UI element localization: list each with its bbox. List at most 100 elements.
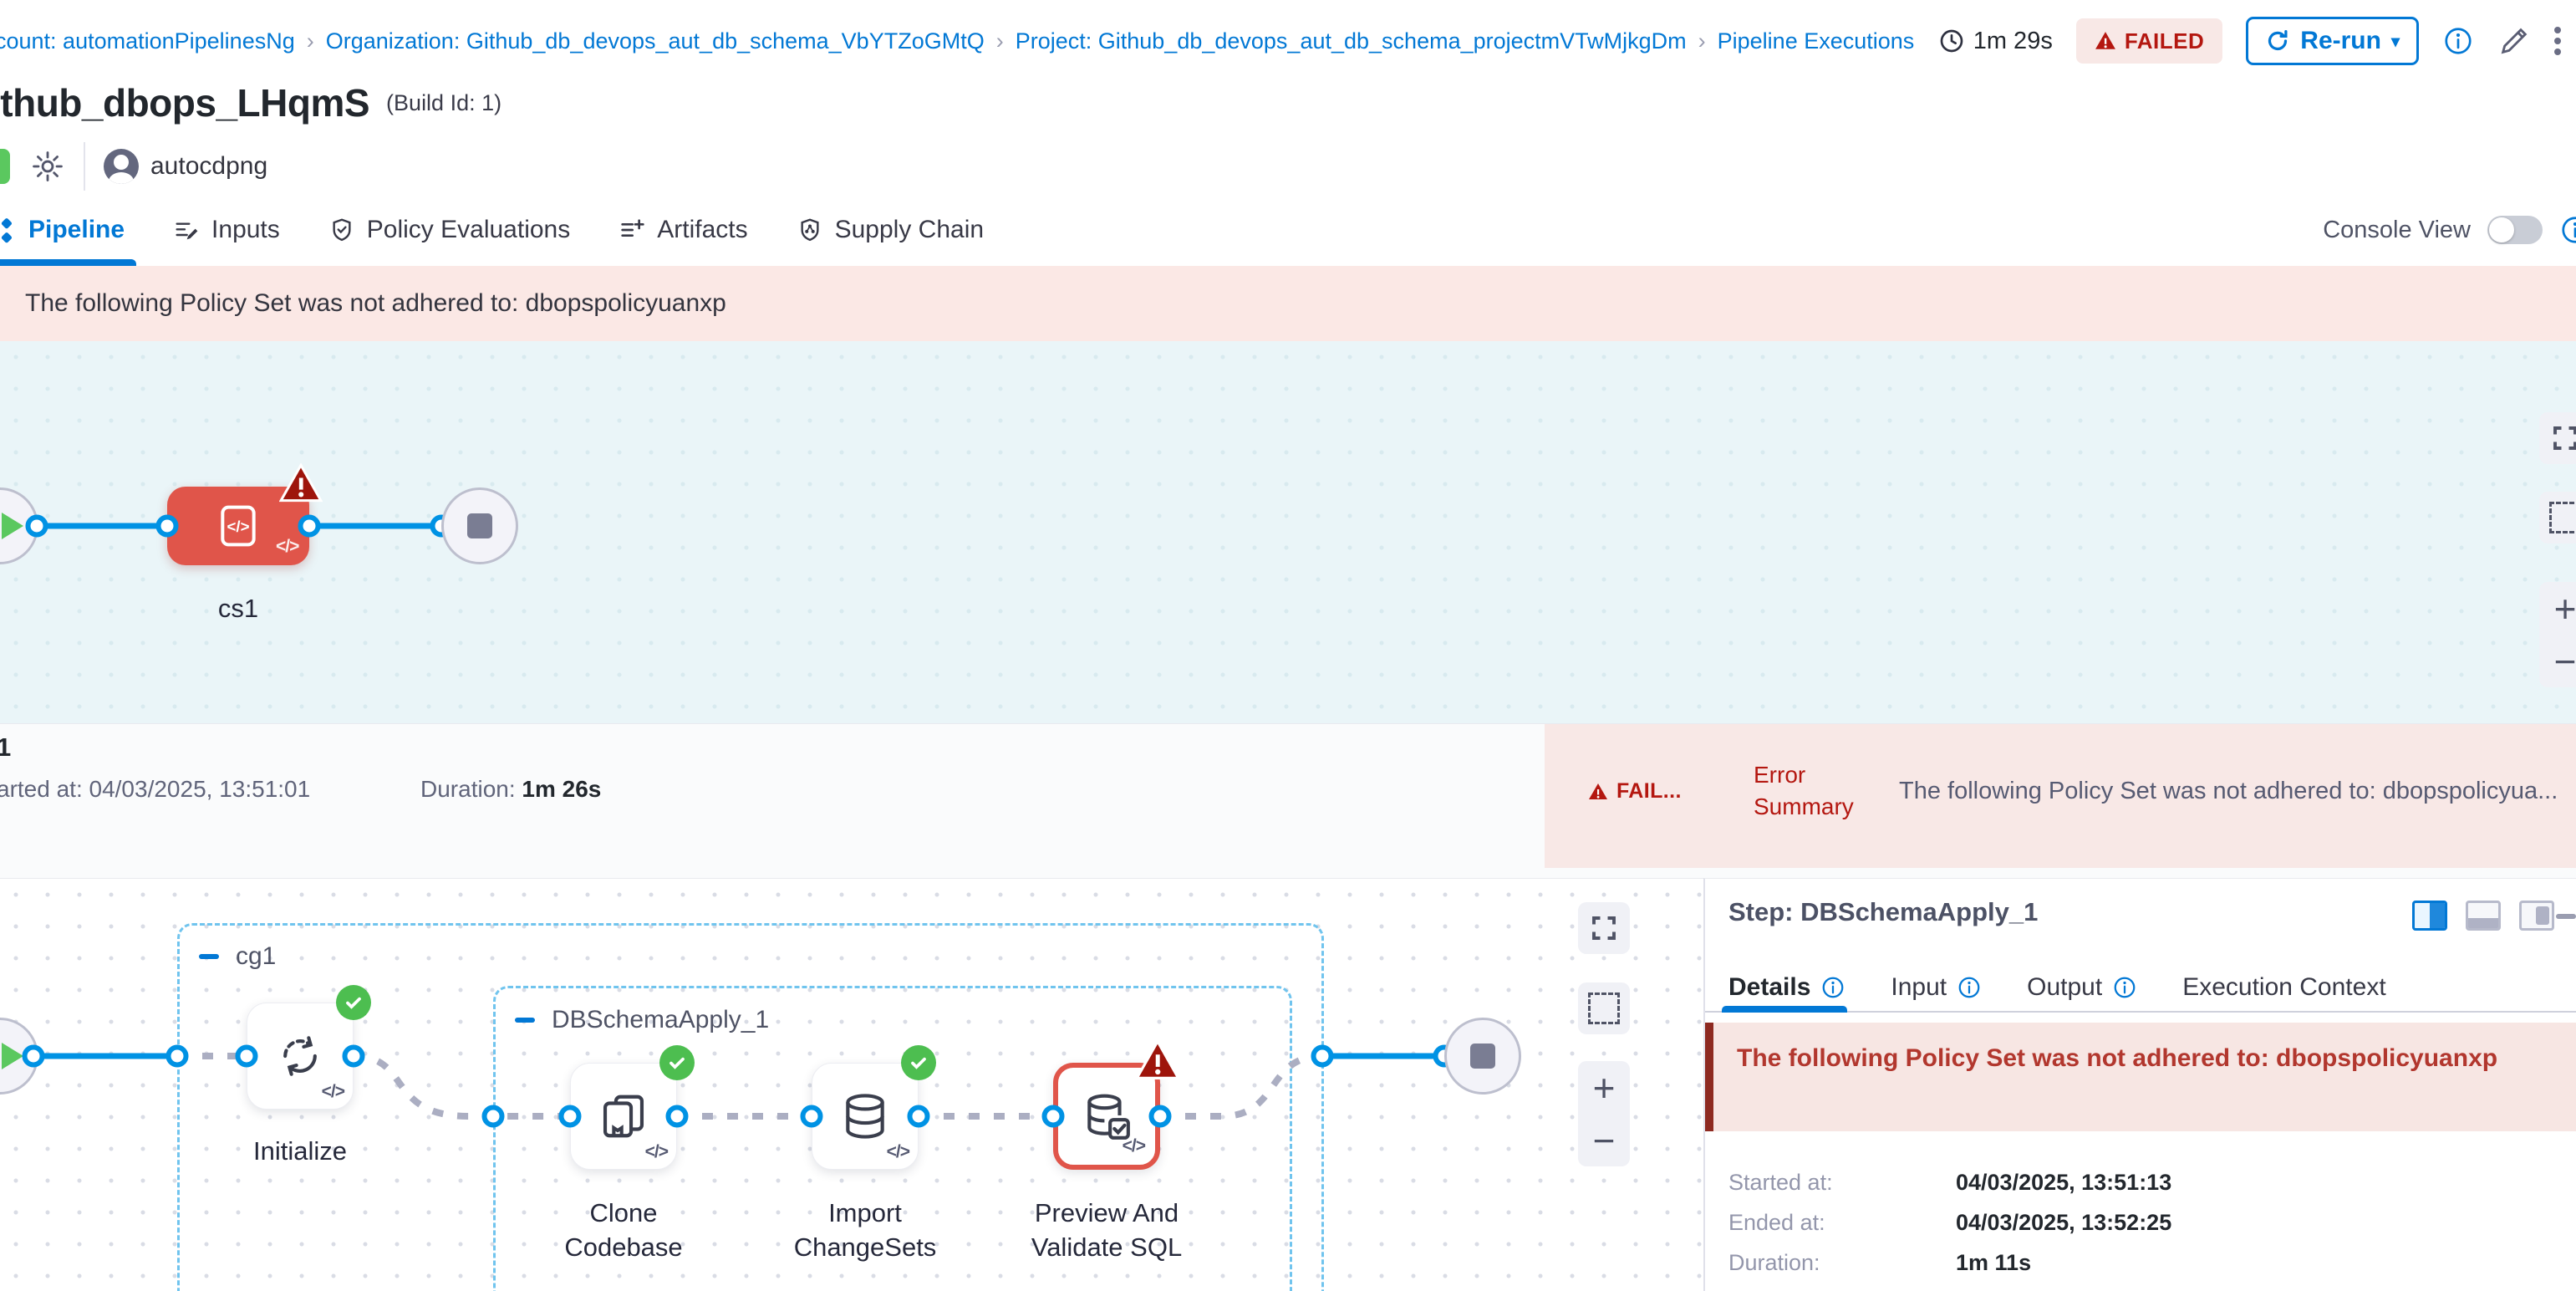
supply-chain-shield-icon [797, 217, 823, 243]
step-panel-title: Step: DBSchemaApply_1 [1728, 897, 2038, 927]
console-view-info-icon[interactable] [2559, 214, 2576, 246]
marquee-select-button[interactable] [2539, 492, 2576, 543]
zoom-out-button[interactable]: − [2554, 642, 2576, 681]
breadcrumb-account[interactable]: count: automationPipelinesNg [0, 28, 295, 54]
code-glyph: </> [645, 1142, 668, 1162]
fullscreen-icon [1589, 913, 1619, 943]
chevron-separator: › [996, 28, 1004, 54]
stage-started-at: arted at: 04/03/2025, 13:51:01 [0, 776, 310, 803]
ci-stage-icon: </> [211, 499, 265, 553]
layout-split-right-icon[interactable] [2412, 901, 2447, 931]
breadcrumb: count: automationPipelinesNg › Organizat… [0, 28, 1914, 54]
detail-label: Started at: [1728, 1170, 1956, 1196]
connector-point [166, 1045, 189, 1068]
tab-pipeline[interactable]: Pipeline [0, 194, 125, 266]
layout-split-bottom-icon[interactable] [2466, 901, 2501, 931]
info-icon[interactable] [2442, 25, 2474, 57]
tab-inputs-label: Inputs [211, 216, 280, 244]
console-view-toggle[interactable] [2487, 216, 2543, 244]
policy-violation-banner: The following Policy Set was not adhered… [0, 266, 2576, 341]
marquee-icon [2549, 502, 2576, 533]
connector-point [156, 515, 179, 538]
tab-supply-chain[interactable]: Supply Chain [797, 194, 984, 266]
tab-output-label: Output [2027, 973, 2102, 1002]
marquee-select-button[interactable] [1578, 982, 1630, 1034]
tab-execution-context-label: Execution Context [2182, 973, 2385, 1002]
step-import-changesets[interactable]: </> [812, 1063, 919, 1170]
fullscreen-button[interactable] [2539, 412, 2576, 464]
success-badge-icon [336, 985, 371, 1020]
code-glyph: </> [1123, 1136, 1145, 1156]
tab-input-label: Input [1891, 973, 1947, 1002]
step-label: Clone Codebase [540, 1197, 707, 1265]
tab-input[interactable]: Input [1891, 973, 1982, 1002]
database-check-icon [1081, 1090, 1133, 1142]
stage-summary-bar: 1 arted at: 04/03/2025, 13:51:01 Duratio… [0, 723, 2576, 879]
zoom-out-button[interactable]: − [1593, 1121, 1616, 1160]
console-view-label: Console View [2323, 217, 2471, 244]
stop-icon [1470, 1044, 1495, 1069]
connector-point [23, 1045, 45, 1068]
breadcrumb-organization[interactable]: Organization: Github_db_devops_aut_db_sc… [326, 28, 985, 54]
inputs-icon [173, 217, 200, 243]
connector-point [1311, 1045, 1334, 1068]
step-details-panel: Step: DBSchemaApply_1 Details Input Outp… [1703, 878, 2576, 1291]
sync-icon [274, 1030, 326, 1082]
active-tab-underline [1722, 1006, 1847, 1013]
tab-details-label: Details [1728, 973, 1810, 1002]
gear-icon[interactable] [30, 149, 65, 184]
connector-point [801, 1105, 823, 1128]
warning-triangle-icon [2095, 30, 2116, 52]
stage-name: 1 [0, 732, 11, 763]
page-title: ithub_dbops_LHqmS [0, 80, 369, 125]
divider [84, 142, 85, 191]
layout-floating-icon[interactable] [2519, 901, 2554, 931]
success-badge-icon [659, 1045, 695, 1080]
success-badge-icon [901, 1045, 936, 1080]
connector-point [26, 515, 48, 538]
step-clone-codebase[interactable]: </> [570, 1063, 677, 1170]
elapsed-time: 1m 29s [1938, 28, 2053, 55]
code-glyph: </> [276, 537, 298, 557]
policy-violation-banner-text: The following Policy Set was not adhered… [25, 289, 726, 318]
connector-point [1149, 1105, 1172, 1128]
title-row: ithub_dbops_LHqmS (Build Id: 1) [0, 80, 501, 125]
toggle-knob [2489, 217, 2514, 242]
pipeline-execution-screen: count: automationPipelinesNg › Organizat… [0, 0, 2576, 1291]
fullscreen-button[interactable] [1578, 902, 1630, 954]
execution-graph-canvas[interactable]: cg1 DBSchemaApply_1 </> Initialize </> [0, 878, 1703, 1291]
status-badge: FAILED [2076, 18, 2222, 64]
build-id: (Build Id: 1) [386, 90, 501, 116]
step-initialize[interactable]: </> [247, 1003, 354, 1110]
clone-codebase-icon [598, 1090, 649, 1142]
tab-inputs[interactable]: Inputs [173, 194, 280, 266]
tab-pipeline-label: Pipeline [28, 216, 125, 244]
fail-chip: FAIL... [1588, 779, 1682, 804]
tab-artifacts[interactable]: Artifacts [619, 194, 747, 266]
more-options-icon[interactable] [2554, 23, 2561, 59]
rerun-button[interactable]: Re-run ▾ [2246, 17, 2419, 65]
edit-pencil-icon[interactable] [2497, 24, 2531, 58]
warning-triangle-icon [1588, 782, 1608, 802]
svg-text:</>: </> [227, 518, 250, 535]
tab-supply-chain-label: Supply Chain [835, 216, 984, 244]
error-badge-icon [279, 463, 323, 503]
connector-point [559, 1105, 582, 1128]
tab-output[interactable]: Output [2027, 973, 2137, 1002]
trigger-user: autocdpng [150, 152, 267, 181]
breadcrumb-pipeline-executions[interactable]: Pipeline Executions [1718, 28, 1915, 54]
minimize-panel-icon[interactable] [2556, 914, 2576, 919]
shield-check-icon [328, 217, 355, 243]
rerun-refresh-icon [2265, 28, 2290, 54]
stage-graph-canvas[interactable]: </> </> cs1 + − [0, 341, 2576, 723]
zoom-controls: + − [1578, 1061, 1630, 1166]
tab-execution-context[interactable]: Execution Context [2182, 973, 2385, 1002]
chevron-separator: › [1698, 28, 1706, 54]
tab-details[interactable]: Details [1728, 973, 1845, 1002]
zoom-in-button[interactable]: + [2554, 589, 2576, 628]
chevron-separator: › [307, 28, 314, 54]
breadcrumb-project[interactable]: Project: Github_db_devops_aut_db_schema_… [1016, 28, 1687, 54]
tab-policy-evaluations[interactable]: Policy Evaluations [328, 194, 570, 266]
zoom-in-button[interactable]: + [1593, 1069, 1616, 1107]
detail-label: Duration: [1728, 1250, 1956, 1276]
